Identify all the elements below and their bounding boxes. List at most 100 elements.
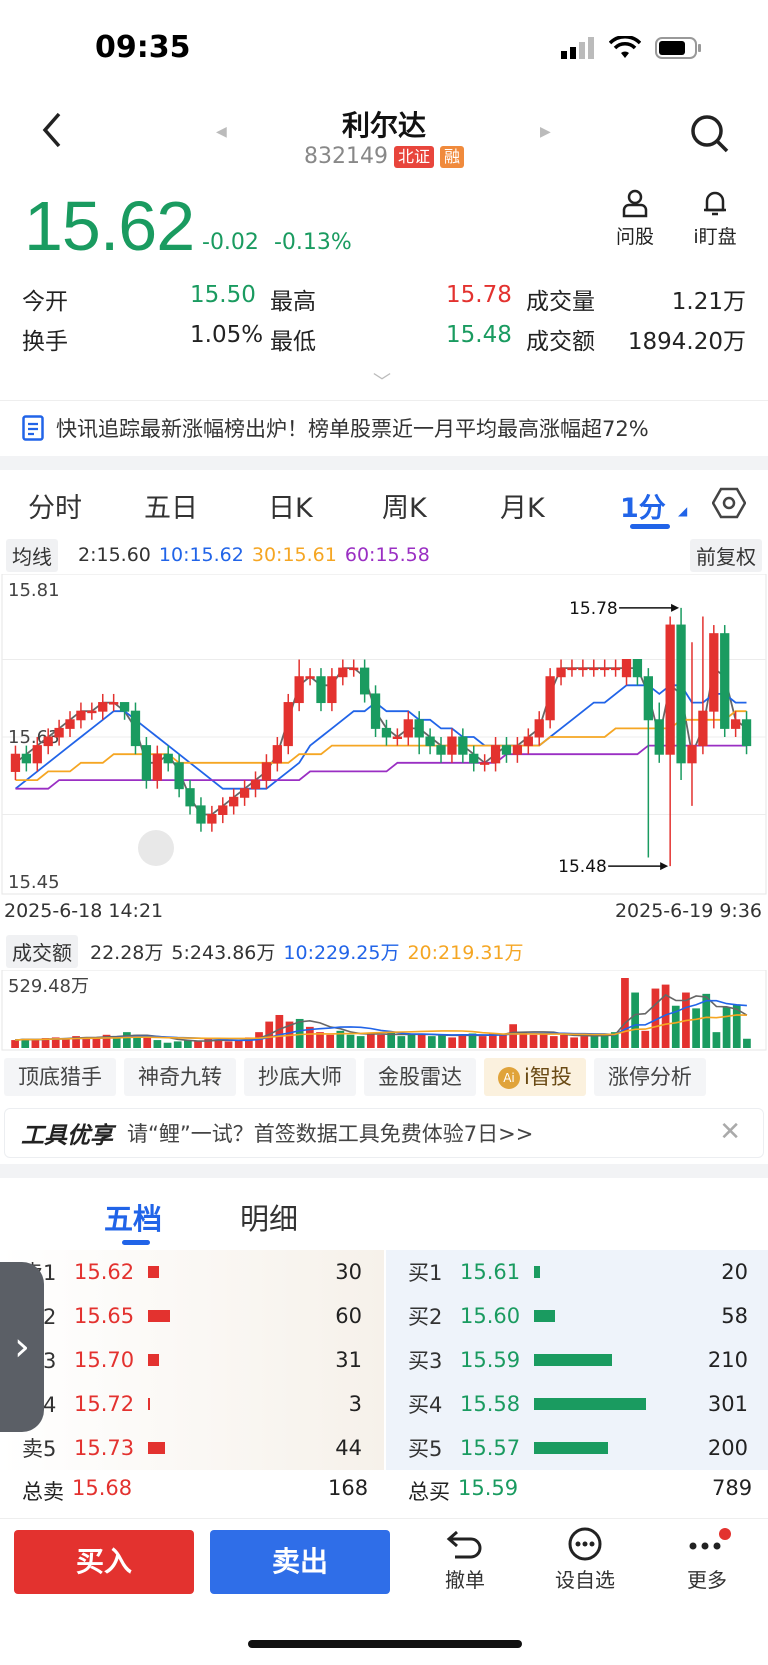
vol-value: 22.28万 <box>90 941 164 964</box>
ma-select[interactable]: 均线 <box>6 538 58 572</box>
high-annotation: 15.78 <box>569 599 618 619</box>
y-tick-label: 15.81 <box>8 580 60 601</box>
candle-body <box>480 762 490 765</box>
close-icon[interactable]: ✕ <box>719 1117 741 1147</box>
tab-intraday[interactable]: 分时 <box>28 486 82 525</box>
volume-select[interactable]: 成交额 <box>6 934 78 968</box>
bid-depth-bar <box>534 1442 684 1454</box>
person-icon <box>622 189 648 218</box>
candle-body <box>163 753 173 764</box>
candle-body <box>458 736 468 755</box>
tab-five-day[interactable]: 五日 <box>144 486 198 525</box>
expand-chevron-icon[interactable]: ﹀ <box>373 368 391 394</box>
amount-label: 成交额 <box>526 329 595 355</box>
candle-body <box>392 736 403 739</box>
bid-row[interactable]: 买1 15.61 20 <box>386 1250 768 1294</box>
stock-name: 利尔达 <box>341 109 426 142</box>
settings-icon <box>711 487 747 519</box>
volume-bar <box>631 992 639 1048</box>
price-change: -0.02 -0.13% <box>202 230 352 255</box>
chart-settings-button[interactable] <box>711 486 747 524</box>
watch-button[interactable]: i盯盘 <box>680 188 750 249</box>
candlestick-chart[interactable]: 15.8115.6315.4515.7815.48 <box>0 574 768 899</box>
open-value: 15.50 <box>190 282 256 308</box>
bid-row[interactable]: 买4 15.58 301 <box>386 1382 768 1426</box>
tool-chip-gold-radar[interactable]: 金股雷达 <box>364 1058 476 1096</box>
more-button[interactable]: 更多 <box>662 1526 752 1593</box>
candle-body <box>349 667 359 671</box>
adjust-select[interactable]: 前复权 <box>690 538 762 572</box>
candle-body <box>239 788 250 798</box>
chart-start-time: 2025-6-18 14:21 <box>4 900 164 922</box>
candle-body <box>621 659 632 678</box>
bid-depth-bar <box>534 1398 684 1410</box>
ask-stock-button[interactable]: 问股 <box>600 188 670 249</box>
sell-button[interactable]: 卖出 <box>210 1530 390 1594</box>
turnover-label: 换手 <box>22 329 68 355</box>
volume-bar <box>458 1034 467 1048</box>
ask-depth-bar <box>148 1354 298 1366</box>
ai-icon: Ai <box>498 1067 520 1089</box>
tool-chip-ai-invest[interactable]: Ai i智投 <box>484 1058 586 1096</box>
tab-weekly-k[interactable]: 周K <box>382 486 427 525</box>
volume-bar <box>143 1037 152 1048</box>
volume-bar <box>326 1034 335 1048</box>
buy-button[interactable]: 买入 <box>14 1530 194 1594</box>
volume-bar <box>11 1040 19 1048</box>
bid-row[interactable]: 买5 15.57 200 <box>386 1426 768 1470</box>
volume-bar <box>234 1040 243 1048</box>
low-annotation: 15.48 <box>558 857 607 877</box>
candle-body <box>654 719 664 755</box>
undo-icon <box>446 1530 482 1559</box>
tool-chip-bottom-master[interactable]: 抄底大师 <box>244 1058 356 1096</box>
ask-stock-label: 问股 <box>615 226 654 248</box>
candle-body <box>65 719 75 729</box>
candle-body <box>152 753 162 781</box>
home-indicator <box>248 1640 522 1648</box>
ask-row[interactable]: 卖215.6560 <box>0 1294 384 1338</box>
tab-monthly-k[interactable]: 月K <box>500 486 545 525</box>
candle-body <box>10 753 21 772</box>
promo-banner[interactable]: 工具优享 请“鲤”一试？首签数据工具免费体验7日>> ✕ <box>4 1108 764 1158</box>
ask-volume: 3 <box>348 1392 362 1416</box>
volume-bar <box>692 1008 700 1048</box>
candle-body <box>359 667 370 695</box>
bid-row[interactable]: 买3 15.59 210 <box>386 1338 768 1382</box>
candle-body <box>370 693 381 729</box>
volume-bar <box>356 1036 365 1048</box>
add-watchlist-button[interactable]: 设自选 <box>540 1526 630 1593</box>
ask-levels: 卖115.6230卖215.6560卖315.7031卖415.723卖515.… <box>0 1250 384 1470</box>
tab-daily-k[interactable]: 日K <box>268 486 313 525</box>
candle-body <box>589 667 599 671</box>
candle-body <box>578 667 588 671</box>
tab-details[interactable]: 明细 <box>240 1196 298 1238</box>
bid-row[interactable]: 买2 15.60 58 <box>386 1294 768 1338</box>
tool-chip-limit-up[interactable]: 涨停分析 <box>593 1058 706 1096</box>
ai-invest-label: i智投 <box>524 1065 572 1089</box>
ask-row[interactable]: 卖115.6230 <box>0 1250 384 1294</box>
candle-body <box>709 633 719 712</box>
search-button[interactable] <box>688 112 732 156</box>
low-value: 15.48 <box>446 322 512 348</box>
news-banner[interactable]: 快讯追踪最新涨幅榜出炉！榜单股票近一月平均最高涨幅超72% <box>0 400 768 454</box>
bid-price: 15.59 <box>460 1348 521 1372</box>
candle-body <box>261 762 272 781</box>
candle-body <box>76 710 86 721</box>
low-arrow-head <box>660 862 669 871</box>
volume-bar <box>529 1034 538 1048</box>
tool-chip-nine-turn[interactable]: 神奇九转 <box>124 1058 236 1096</box>
tool-chip-bottom-hunter[interactable]: 顶底猎手 <box>4 1058 116 1096</box>
ask-row[interactable]: 卖5 15.73 44 <box>0 1426 384 1470</box>
ask-depth-bar <box>148 1398 298 1410</box>
volume-bar <box>163 1042 172 1048</box>
ma60-value: 60:15.58 <box>344 544 430 566</box>
candle-body <box>632 659 643 678</box>
volume-bar <box>570 1037 578 1048</box>
cancel-order-button[interactable]: 撤单 <box>420 1526 510 1593</box>
volume-chart[interactable]: 529.48万 <box>0 970 768 1052</box>
side-drawer-handle[interactable]: › <box>0 1262 44 1432</box>
ask-row[interactable]: 卖415.723 <box>0 1382 384 1426</box>
tab-five-levels[interactable]: 五档 <box>104 1196 162 1238</box>
tab-1min[interactable]: 1分 <box>620 486 666 525</box>
ask-row[interactable]: 卖315.7031 <box>0 1338 384 1382</box>
